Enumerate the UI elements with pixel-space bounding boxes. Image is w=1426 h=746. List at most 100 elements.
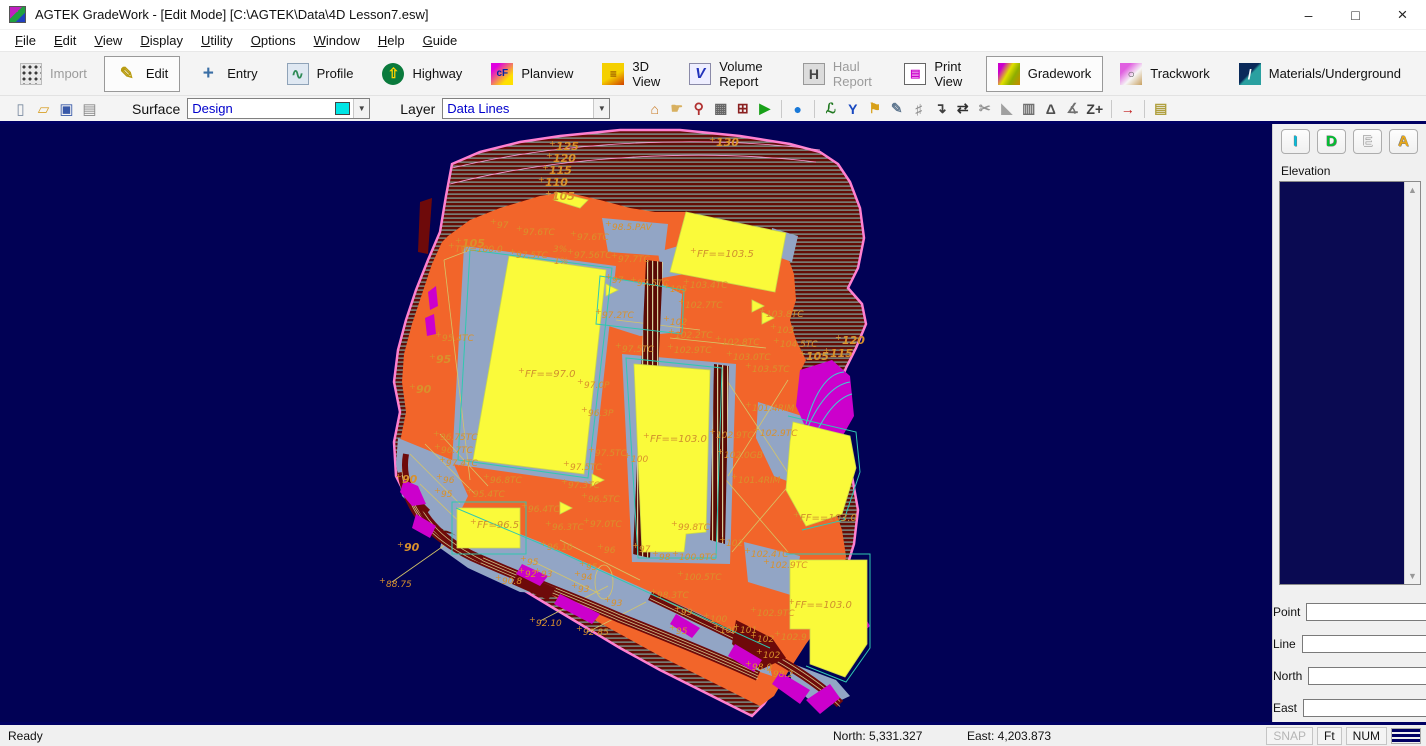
drawing-canvas[interactable]: +130+125+120+115+110+105+105+120+115+105…: [0, 124, 1272, 722]
toolbar-button-trackwork[interactable]: ○Trackwork: [1108, 56, 1221, 92]
units-toggle[interactable]: Ft: [1317, 727, 1342, 745]
toolbar-button-print-view[interactable]: ▤Print View: [892, 56, 980, 92]
elevation-label: 103: [777, 326, 794, 336]
menu-guide[interactable]: Guide: [414, 31, 467, 50]
home-icon[interactable]: ⌂: [644, 99, 665, 119]
toolbar-button-planview[interactable]: cFPlanview: [479, 56, 585, 92]
elevation-label: 98: [659, 553, 671, 563]
junction-icon[interactable]: Y: [842, 99, 863, 119]
svg-text:+: +: [671, 519, 678, 528]
menu-window[interactable]: Window: [305, 31, 369, 50]
toolbar-button-entry[interactable]: +Entry: [185, 56, 269, 92]
balance-icon[interactable]: Δ: [1040, 99, 1061, 119]
menu-edit[interactable]: Edit: [45, 31, 85, 50]
svg-text:+: +: [495, 573, 502, 582]
svg-text:+: +: [434, 442, 441, 451]
close-button[interactable]: ×: [1379, 0, 1426, 30]
svg-text:+: +: [581, 405, 588, 414]
toolbar-button-import[interactable]: Import: [8, 56, 99, 92]
profile-icon: ∿: [287, 63, 309, 85]
mode-button-a[interactable]: A: [1389, 129, 1418, 154]
print-icon[interactable]: ▤: [79, 98, 100, 119]
menu-options[interactable]: Options: [242, 31, 305, 50]
arrow-branch-icon[interactable]: ↴: [930, 99, 951, 119]
mode-button-e[interactable]: E: [1353, 129, 1382, 154]
menu-help[interactable]: Help: [369, 31, 414, 50]
scroll-down-icon[interactable]: ▼: [1408, 568, 1417, 584]
east-input[interactable]: [1303, 699, 1426, 717]
toolbar-button-label: Planview: [521, 66, 573, 81]
menu-file[interactable]: File: [6, 31, 45, 50]
north-input[interactable]: [1308, 667, 1426, 685]
menu-utility[interactable]: Utility: [192, 31, 242, 50]
site-plan-svg[interactable]: +130+125+120+115+110+105+105+120+115+105…: [0, 124, 1272, 722]
resize-grip[interactable]: [1391, 728, 1421, 744]
toolbar-button-volume-report[interactable]: VVolume Report: [677, 56, 786, 92]
save-icon[interactable]: ▣: [56, 98, 77, 119]
slope-corner-icon[interactable]: ◣: [996, 99, 1017, 119]
mode-button-i[interactable]: I: [1281, 129, 1310, 154]
chevron-down-icon[interactable]: ▼: [593, 99, 609, 118]
toolbar-button-profile[interactable]: ∿Profile: [275, 56, 366, 92]
haul-report-icon: H: [803, 63, 825, 85]
svg-text:+: +: [731, 472, 738, 481]
num-toggle[interactable]: NUM: [1346, 727, 1387, 745]
toolbar-button-label: Volume Report: [719, 59, 774, 89]
mode-button-d[interactable]: D: [1317, 129, 1346, 154]
pole-flag-icon[interactable]: ⚑: [864, 99, 885, 119]
elevation-listbox[interactable]: ▲ ▼: [1279, 181, 1421, 585]
run-icon[interactable]: ▶: [754, 99, 775, 119]
line-cost-icon[interactable]: ℒ: [820, 99, 841, 119]
zoom-search-icon[interactable]: ⚲: [688, 99, 709, 119]
draw-measure-icon[interactable]: ✎: [886, 99, 907, 119]
elevation-label: 93: [578, 585, 590, 595]
svg-text:+: +: [579, 559, 586, 568]
toolbar-button-edit[interactable]: ✎Edit: [104, 56, 180, 92]
swap-arrows-icon[interactable]: ⇄: [952, 99, 973, 119]
minimize-button[interactable]: –: [1285, 0, 1332, 30]
svg-text:+: +: [595, 307, 602, 316]
toolbar-button-haul-report[interactable]: HHaul Report: [791, 56, 887, 92]
maximize-button[interactable]: □: [1332, 0, 1379, 30]
menu-display[interactable]: Display: [131, 31, 192, 50]
layers-icon[interactable]: ▥: [1018, 99, 1039, 119]
scroll-up-icon[interactable]: ▲: [1408, 182, 1417, 198]
overlay-regions-icon[interactable]: ⊞: [732, 99, 753, 119]
new-file-icon[interactable]: ▯: [10, 98, 31, 119]
layer-value: Data Lines: [447, 101, 593, 116]
elevation-label: 97: [612, 276, 624, 286]
menu-view[interactable]: View: [85, 31, 131, 50]
toolbar-button-materials-underground[interactable]: /Materials/Underground: [1227, 56, 1413, 92]
svg-text:+: +: [545, 189, 552, 198]
point-input[interactable]: [1306, 603, 1426, 621]
ff-label: FF=96.5: [477, 520, 519, 531]
svg-text:+: +: [518, 566, 525, 575]
water-drop-icon[interactable]: ●: [787, 99, 808, 119]
exclude-detail-icon[interactable]: ▦: [710, 99, 731, 119]
field-label: East: [1273, 701, 1297, 715]
open-folder-icon[interactable]: ▱: [33, 98, 54, 119]
status-bar: Ready North: 5,331.327 East: 4,203.873 S…: [0, 722, 1426, 746]
toolbar-button-highway[interactable]: ⇧Highway: [370, 56, 474, 92]
surface-dropdown[interactable]: Design ▼: [187, 98, 370, 119]
elevation-scrollbar[interactable]: ▲ ▼: [1404, 182, 1420, 584]
grid-edit-icon[interactable]: ♯: [908, 99, 929, 119]
cut-icon[interactable]: ✂: [974, 99, 995, 119]
elevation-label: 102: [726, 539, 743, 549]
pan-hand-icon[interactable]: ☛: [666, 99, 687, 119]
toolbar-button-3d-view[interactable]: ≡3D View: [590, 56, 672, 92]
toolbar-button-gradework[interactable]: Gradework: [986, 56, 1104, 92]
svg-text:+: +: [744, 546, 751, 555]
snap-toggle[interactable]: SNAP: [1266, 727, 1313, 745]
z-plus-icon[interactable]: Z+: [1084, 99, 1105, 119]
report-doc-icon[interactable]: ▤: [1150, 99, 1171, 119]
chevron-down-icon[interactable]: ▼: [353, 99, 369, 118]
elevation-label: 3%: [553, 245, 567, 255]
toolbar-button-label: Materials/Underground: [1269, 66, 1401, 81]
svg-text:+: +: [756, 647, 763, 656]
line-input[interactable]: [1302, 635, 1426, 653]
export-icon[interactable]: →: [1117, 99, 1138, 119]
layer-dropdown[interactable]: Data Lines ▼: [442, 98, 610, 119]
svg-text:+: +: [793, 510, 800, 519]
angle-icon[interactable]: ∡: [1062, 99, 1083, 119]
